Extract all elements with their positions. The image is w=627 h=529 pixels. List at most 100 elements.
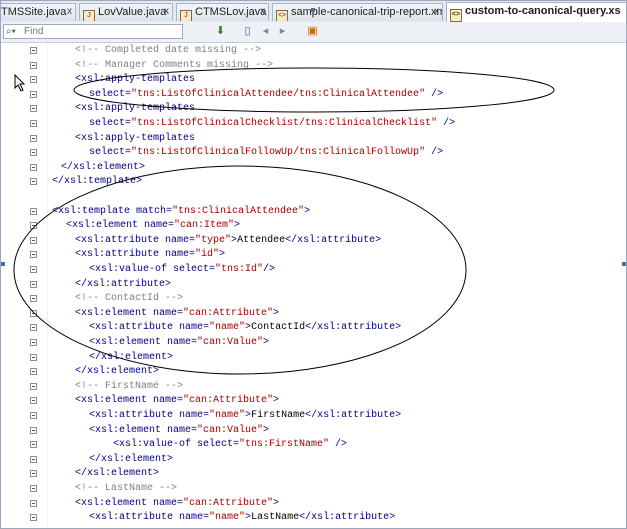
fold-toggle-icon[interactable]: [30, 207, 37, 215]
code-line[interactable]: <xsl:element name="can:Attribute">: [1, 497, 626, 512]
find-input[interactable]: [24, 25, 179, 38]
fold-toggle-icon[interactable]: [30, 178, 37, 186]
fold-toggle-icon[interactable]: [30, 441, 37, 449]
close-tab-icon[interactable]: x: [260, 4, 265, 20]
code-line[interactable]: <xsl:template match="tns:ClinicalAttende…: [1, 205, 626, 220]
editor-toolbar: ⌕▾ ⬇ ▯ ◂ ▸ ▣: [1, 22, 626, 43]
tab-lovvalue-java[interactable]: J LovValue.java x: [79, 3, 173, 21]
tab-custom-to-canonical-query[interactable]: <> custom-to-canonical-query.xs: [446, 2, 626, 22]
fold-toggle-icon[interactable]: [30, 309, 37, 317]
code-line[interactable]: <xsl:element name="can:Attribute">: [1, 307, 626, 322]
code-text: <xsl:apply-templates: [75, 73, 195, 88]
code-line[interactable]: <xsl:attribute name="name">FirstName</xs…: [1, 409, 626, 424]
code-line[interactable]: <xsl:element name="can:Item">: [1, 219, 626, 234]
code-line[interactable]: <!-- LastName -->: [1, 482, 626, 497]
close-tab-icon[interactable]: x: [164, 4, 169, 20]
fold-toggle-icon[interactable]: [30, 295, 37, 303]
code-line[interactable]: <xsl:attribute name="name">LastName</xsl…: [1, 511, 626, 526]
fold-toggle-icon[interactable]: [30, 485, 37, 492]
code-line[interactable]: <!-- FirstName -->: [1, 380, 626, 395]
selection-handle[interactable]: [311, 8, 315, 12]
fold-toggle-icon[interactable]: [30, 382, 37, 390]
code-line[interactable]: </xsl:attribute>: [1, 278, 626, 293]
tab-sample-canonical-trip-report-xml[interactable]: <> sample-canonical-trip-report.xml x: [272, 3, 443, 21]
code-line[interactable]: </xsl:element>: [1, 365, 626, 380]
selection-handle[interactable]: [1, 262, 5, 266]
code-line[interactable]: <xsl:apply-templates: [1, 132, 626, 147]
fold-toggle-icon[interactable]: [30, 470, 37, 478]
fold-toggle-icon[interactable]: [30, 120, 37, 127]
fold-toggle-icon[interactable]: [30, 324, 37, 332]
code-token: "can:Item": [174, 220, 235, 232]
code-token: <xsl:element: [66, 220, 145, 232]
code-line[interactable]: select="tns:ListOfClinicalFollowUp/tns:C…: [1, 146, 626, 161]
code-line[interactable]: select="tns:ListOfClinicalAttendee/tns:C…: [1, 88, 626, 103]
code-line[interactable]: <xsl:apply-templates: [1, 102, 626, 117]
fold-toggle-icon[interactable]: [30, 353, 37, 361]
code-line[interactable]: <xsl:apply-templates: [1, 73, 626, 88]
tab-tmssite-java[interactable]: TMSSite.java x: [1, 3, 76, 21]
code-line[interactable]: </xsl:element>: [1, 453, 626, 468]
close-tab-icon[interactable]: x: [67, 4, 72, 20]
fold-toggle-icon[interactable]: [30, 514, 37, 522]
code-token: <xsl:attribute: [89, 322, 180, 334]
toggle-bookmark-icon[interactable]: ▯: [241, 25, 254, 38]
code-token: name=: [144, 220, 175, 232]
fold-toggle-icon[interactable]: [30, 280, 37, 288]
code-line[interactable]: <xsl:element name="can:Value">: [1, 336, 626, 351]
fold-toggle-icon[interactable]: [30, 266, 37, 273]
previous-bookmark-icon[interactable]: ◂: [259, 25, 272, 38]
fold-toggle-icon[interactable]: [30, 163, 37, 171]
fold-toggle-icon[interactable]: [30, 236, 37, 244]
code-line[interactable]: <xsl:attribute name="id">: [1, 248, 626, 263]
validate-xml-icon[interactable]: ▣: [306, 25, 319, 38]
fold-toggle-icon[interactable]: [30, 368, 37, 376]
code-text: <xsl:apply-templates: [75, 102, 195, 117]
close-tab-icon[interactable]: x: [434, 4, 439, 20]
fold-toggle-icon[interactable]: [30, 222, 37, 230]
code-token: match=: [136, 205, 173, 217]
fold-toggle-icon[interactable]: [30, 251, 37, 259]
code-editor[interactable]: <!-- Completed date missing --> <!-- Mana…: [1, 43, 626, 528]
code-line[interactable]: <xsl:element name="can:Attribute">: [1, 394, 626, 409]
fold-toggle-icon[interactable]: [30, 499, 37, 507]
tab-ctmslov-java[interactable]: J CTMSLov.java x: [176, 3, 269, 21]
code-line[interactable]: select="tns:ListOfClinicalChecklist/tns:…: [1, 117, 626, 132]
selection-handle[interactable]: [622, 262, 626, 266]
code-line[interactable]: [1, 190, 626, 205]
code-token: </xsl:element>: [75, 366, 160, 378]
code-token: </xsl:attribute>: [305, 410, 402, 421]
fold-toggle-icon[interactable]: [30, 134, 37, 142]
fold-toggle-icon[interactable]: [30, 397, 37, 405]
code-line[interactable]: <xsl:value-of select="tns:Id"/>: [1, 263, 626, 278]
code-line[interactable]: </xsl:element>: [1, 467, 626, 482]
insert-template-icon[interactable]: ⬇: [214, 25, 227, 38]
fold-toggle-icon[interactable]: [30, 105, 37, 113]
fold-toggle-icon[interactable]: [30, 412, 37, 419]
code-line[interactable]: </xsl:element>: [1, 351, 626, 366]
code-text: select="tns:ListOfClinicalFollowUp/tns:C…: [89, 146, 443, 161]
code-line[interactable]: <xsl:element name="can:Value">: [1, 424, 626, 439]
code-line[interactable]: <!-- Completed date missing -->: [1, 44, 626, 59]
fold-toggle-icon[interactable]: [30, 90, 37, 98]
code-token: <xsl:element: [89, 337, 168, 348]
next-bookmark-icon[interactable]: ▸: [276, 25, 289, 38]
code-line[interactable]: <!-- ContactId -->: [1, 292, 626, 307]
fold-toggle-icon[interactable]: [30, 149, 37, 157]
fold-toggle-icon[interactable]: [30, 76, 37, 84]
code-line[interactable]: <xsl:value-of select="tns:FirstName" />: [1, 438, 626, 453]
fold-toggle-icon[interactable]: [30, 426, 37, 434]
code-token: >: [263, 337, 270, 348]
code-line[interactable]: </xsl:template>: [1, 175, 626, 190]
code-line[interactable]: <!-- Manager Comments missing -->: [1, 59, 626, 74]
fold-toggle-icon[interactable]: [30, 339, 37, 346]
code-token: />: [437, 118, 456, 129]
code-line[interactable]: <xsl:attribute name="type">Attendee</xsl…: [1, 234, 626, 249]
code-line[interactable]: <xsl:attribute name="name">ContactId</xs…: [1, 321, 626, 336]
code-token: FirstName: [251, 410, 306, 421]
fold-toggle-icon[interactable]: [30, 47, 37, 54]
code-line[interactable]: </xsl:element>: [1, 161, 626, 176]
find-box[interactable]: ⌕▾: [3, 24, 183, 39]
fold-toggle-icon[interactable]: [30, 455, 37, 463]
fold-toggle-icon[interactable]: [30, 61, 37, 69]
